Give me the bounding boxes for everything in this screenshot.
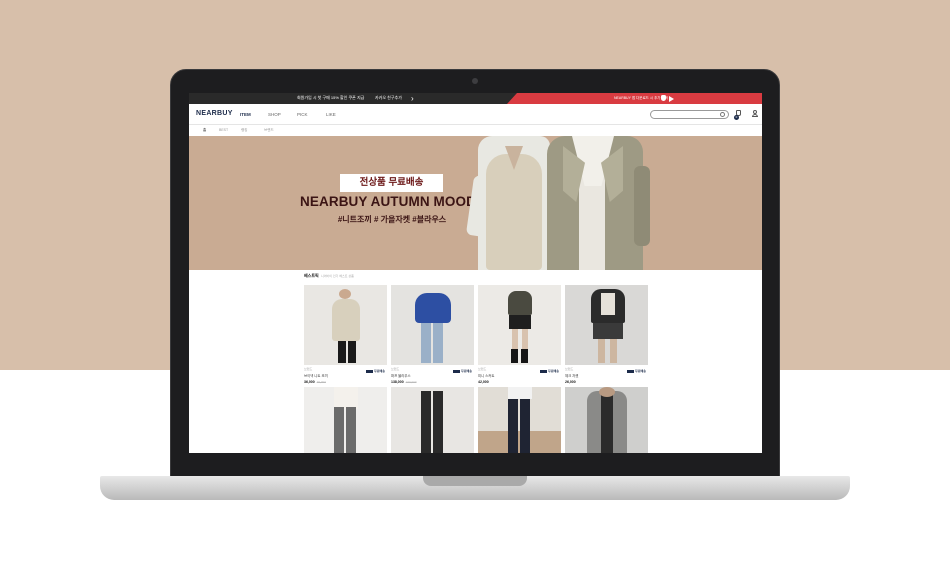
product-card[interactable]: 무료배송 브랜드 브이넥 니트 조끼 36,000 45,000 [304,285,387,384]
product-image[interactable] [304,387,387,453]
laptop-screen: 회원가입 시 첫 구매 15% 할인 쿠폰 지급 카카오 친구추가 › NEAR… [189,93,762,453]
subnav-home[interactable]: 홈 [203,128,206,133]
product-image[interactable] [304,285,387,365]
subnav-ranking[interactable]: 랭킹 [241,128,247,133]
product-price: 138,000 160,000 [391,380,417,384]
promo-text[interactable]: 회원가입 시 첫 구매 15% 할인 쿠폰 지급 [297,95,364,101]
subnav-brand[interactable]: 브랜드 [264,128,274,133]
product-card[interactable] [304,387,387,453]
product-image[interactable] [478,285,561,365]
camera-icon [472,78,478,84]
free-shipping-badge: 전상품 무료배송 [340,174,443,192]
product-card[interactable]: 무료배송 브랜드 미니 스커트 42,000 [478,285,561,384]
search-input[interactable] [650,110,729,119]
product-image[interactable] [565,387,648,453]
logo[interactable]: NEARBUY [196,110,233,117]
apple-icon[interactable] [661,95,666,101]
product-name[interactable]: 브이넥 니트 조끼 [304,373,387,378]
kakao-link[interactable]: 카카오 친구추가 [375,95,402,101]
subnav-best[interactable]: BEST [219,128,228,132]
cart-count-badge: 0 [734,115,739,120]
app-download-text: NEARBUY 앱 다운로드 시 추가 혜택 [614,96,668,100]
chevron-right-icon[interactable]: › [411,93,414,104]
product-image[interactable] [391,387,474,453]
hero-banner[interactable]: 전상품 무료배송 NEARBUY AUTUMN MOOD #니트조끼 # 가을자… [189,136,762,270]
product-card[interactable]: 무료배송 브랜드 퍼프 블라우스 138,000 160,000 [391,285,474,384]
main-nav: NEARBUY ITEM SHOP PICK LIKE 0 [189,104,762,125]
product-card[interactable] [391,387,474,453]
free-shipping-label: 무료배송 [627,369,646,373]
product-card[interactable]: 무료배송 브랜드 체크 자켓 26,000 [565,285,648,384]
hero-tags: #니트조끼 # 가을자켓 #블라우스 [337,215,447,224]
best-section-subtitle: 니어바이 인기 베스트 상품 [321,274,354,278]
product-card[interactable] [478,387,561,453]
model-image [486,154,542,270]
product-name[interactable]: 퍼프 블라우스 [391,373,474,378]
sub-nav: 홈 BEST 랭킹 브랜드 [189,125,762,136]
model-image [634,166,650,246]
top-promo-bar: 회원가입 시 첫 구매 15% 할인 쿠폰 지급 카카오 친구추가 › NEAR… [189,93,762,104]
product-name[interactable]: 체크 자켓 [565,373,648,378]
original-price: 45,000 [316,380,326,384]
product-image[interactable] [565,285,648,365]
nav-item-item[interactable]: ITEM [240,112,251,117]
product-image[interactable] [391,285,474,365]
hero-title: NEARBUY AUTUMN MOOD [300,194,476,209]
nav-item-pick[interactable]: PICK [297,112,308,117]
free-shipping-label: 무료배송 [453,369,472,373]
original-price: 160,000 [405,380,417,384]
free-shipping-label: 무료배송 [540,369,559,373]
nav-item-shop[interactable]: SHOP [268,112,281,117]
nav-item-like[interactable]: LIKE [326,112,336,117]
product-price: 26,000 [565,380,576,384]
laptop-notch [423,476,527,486]
play-store-icon[interactable] [669,96,674,102]
best-section-title: 베스트픽 [304,273,319,278]
product-card[interactable] [565,387,648,453]
product-price: 42,000 [478,380,489,384]
search-icon[interactable] [720,112,725,117]
product-image[interactable] [478,387,561,453]
product-name[interactable]: 미니 스커트 [478,373,561,378]
user-icon[interactable] [752,110,758,117]
free-shipping-label: 무료배송 [366,369,385,373]
product-price: 36,000 45,000 [304,380,326,384]
